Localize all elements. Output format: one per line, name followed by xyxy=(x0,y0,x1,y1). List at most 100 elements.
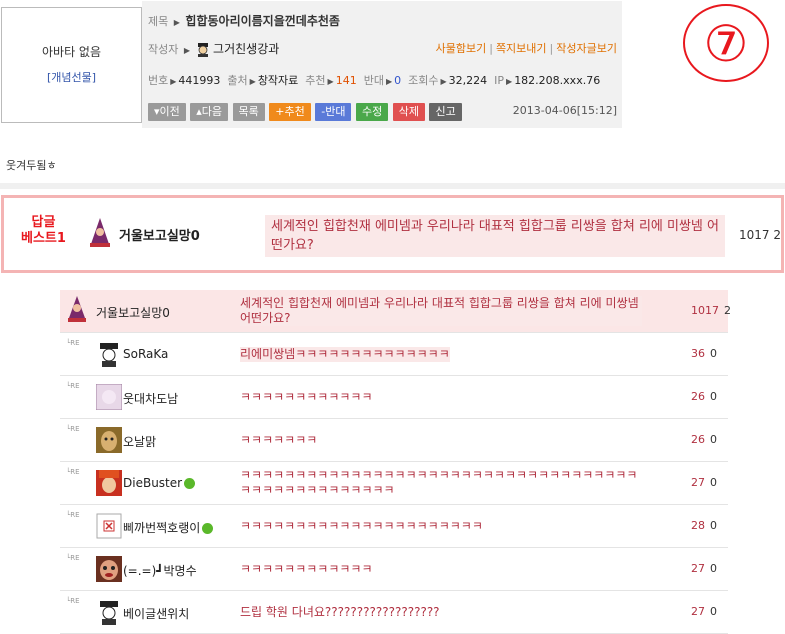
report-button[interactable]: 신고 xyxy=(429,103,462,121)
next-button[interactable]: ▴다음 xyxy=(190,103,229,121)
reply-text: ㅋㅋㅋㅋㅋㅋㅋㅋㅋㅋㅋㅋㅋㅋㅋㅋㅋㅋㅋㅋㅋㅋ xyxy=(240,519,483,533)
reply-author[interactable]: SoRaKa xyxy=(123,347,168,361)
title-row: 제목 ▶ 힙합동아리이름지을껀데추천좀 xyxy=(148,12,340,29)
list-button[interactable]: 목록 xyxy=(232,103,265,121)
reply-text: ㅋㅋㅋㅋㅋㅋㅋ xyxy=(240,433,318,447)
author-name[interactable]: 그거친생강과 xyxy=(213,42,279,56)
author-label: 작성자 xyxy=(148,43,179,56)
meta-row: 번호 ▶ 441993 출처 ▶ 창작자료 추천 ▶ 141 반대 ▶ 0 조회수 ▶ 32,224… xyxy=(148,72,600,88)
reply-author[interactable]: DieBuster xyxy=(123,476,196,490)
reply-author[interactable]: (=.=)┛박명수 xyxy=(123,562,197,579)
reply-text: ㅋㅋㅋㅋㅋㅋㅋㅋㅋㅋㅋㅋㅋㅋㅋㅋㅋㅋㅋㅋㅋㅋㅋㅋㅋㅋㅋㅋㅋㅋㅋㅋㅋㅋㅋㅋㅋㅋㅋㅋ… xyxy=(240,468,638,497)
reply-count: 1017 2 xyxy=(691,304,731,317)
reply-author[interactable]: 거울보고실망0 xyxy=(96,304,170,321)
reply-text: 리에미쌍넴ㅋㅋㅋㅋㅋㅋㅋㅋㅋㅋㅋㅋㅋㅋ xyxy=(240,347,450,362)
best-reply-box: 답글 베스트1 거울보고실망0 세계적인 힙합천재 에미넴과 우리나라 대표적 … xyxy=(1,195,784,273)
list-item: └RE 웃대차도남 ㅋㅋㅋㅋㅋㅋㅋㅋㅋㅋㅋㅋ 26 0 xyxy=(60,376,728,419)
author-avatar-icon xyxy=(197,43,208,57)
reply-count: 26 0 xyxy=(691,390,717,403)
list-item: └RE SoRaKa 리에미쌍넴ㅋㅋㅋㅋㅋㅋㅋㅋㅋㅋㅋㅋㅋㅋ 36 0 xyxy=(60,333,728,376)
reply-text: ㅋㅋㅋㅋㅋㅋㅋㅋㅋㅋㅋㅋ xyxy=(240,390,373,404)
reply-marker: └RE xyxy=(66,597,80,605)
reply-marker: └RE xyxy=(66,511,80,519)
views-count: 32,224 xyxy=(448,74,488,87)
reply-list: 거울보고실망0 세계적인 힙합천재 에미넴과 우리나라 대표적 힙합그룹 리쌍을… xyxy=(60,290,731,634)
reply-count: 28 0 xyxy=(691,519,717,532)
reply-author[interactable]: 웃대차도남 xyxy=(123,390,178,407)
arrow-right-icon: ▶ xyxy=(506,77,513,86)
reply-count: 27 0 xyxy=(691,605,717,618)
oppose-button[interactable]: -반대 xyxy=(315,103,352,121)
author-row: 작성자 ▶ 그거친생강과 xyxy=(148,40,279,57)
post-number: 441993 xyxy=(178,74,221,87)
list-item: └RE 오날맑 ㅋㅋㅋㅋㅋㅋㅋ 26 0 xyxy=(60,419,728,462)
recommend-label: 추천 xyxy=(305,74,326,87)
reply-text: 세계적인 힙합천재 에미넴과 우리나라 대표적 힙합그룹 리쌍을 합쳐 리에 미… xyxy=(240,296,642,326)
recommend-count: 141 xyxy=(335,74,357,87)
gift-link[interactable]: [개념선물] xyxy=(2,69,141,85)
face-avatar-icon xyxy=(96,556,122,582)
reply-recommend: 1017 xyxy=(691,304,719,317)
reply-oppose: 0 xyxy=(710,390,717,403)
list-item: 거울보고실망0 세계적인 힙합천재 에미넴과 우리나라 대표적 힙합그룹 리쌍을… xyxy=(60,290,731,333)
title-label: 제목 xyxy=(148,15,169,28)
arrow-right-icon: ▶ xyxy=(170,77,177,86)
author-posts-link[interactable]: 작성자글보기 xyxy=(556,42,617,55)
best-reply-badge: 답글 베스트1 xyxy=(21,215,66,247)
message-link[interactable]: 쪽지보내기 xyxy=(496,42,547,55)
oppose-count: 0 xyxy=(394,74,402,87)
recommend-button[interactable]: +추천 xyxy=(269,103,311,121)
post-body: 웃겨두됨ㅎ xyxy=(6,159,57,172)
source-label: 출처 xyxy=(227,74,248,87)
wizard-avatar-icon xyxy=(68,296,86,322)
author-links: 사물함보기 | 쪽지보내기 | 작성자글보기 xyxy=(435,42,617,55)
oppose-label: 반대 xyxy=(363,74,384,87)
prev-button[interactable]: ▾이전 xyxy=(148,103,186,121)
action-buttons: ▾이전 ▴다음 목록 +추천 -반대 수정 삭제 신고 xyxy=(148,103,463,121)
avatar-box: 아바타 없음 [개념선물] xyxy=(1,7,142,123)
avatar-none-text: 아바타 없음 xyxy=(41,45,101,59)
number-label: 번호 xyxy=(148,74,169,87)
reply-count: 36 0 xyxy=(691,347,717,360)
reply-recommend: 26 xyxy=(691,433,705,446)
reply-marker: └RE xyxy=(66,339,80,347)
badge-line2: 베스트1 xyxy=(21,231,66,246)
reply-marker: └RE xyxy=(66,468,80,476)
edit-button[interactable]: 수정 xyxy=(355,103,389,121)
reply-oppose: 0 xyxy=(710,519,717,532)
reply-author-name[interactable]: DieBuster xyxy=(123,476,182,490)
list-item: └RE DieBuster ㅋㅋㅋㅋㅋㅋㅋㅋㅋㅋㅋㅋㅋㅋㅋㅋㅋㅋㅋㅋㅋㅋㅋㅋㅋㅋ… xyxy=(60,462,728,505)
delete-button[interactable]: 삭제 xyxy=(392,103,425,121)
post-source: 창작자료 xyxy=(257,74,299,87)
reply-oppose: 0 xyxy=(710,605,717,618)
student-avatar-icon xyxy=(100,601,118,625)
arrow-right-icon: ▶ xyxy=(173,18,180,27)
circled-number-marker: ⑦ xyxy=(683,4,769,82)
student-avatar-icon xyxy=(100,343,118,367)
badge-line1: 답글 xyxy=(31,215,56,230)
list-item: └RE (=.=)┛박명수 ㅋㅋㅋㅋㅋㅋㅋㅋㅋㅋㅋㅋ 27 0 xyxy=(60,548,728,591)
arrow-right-icon: ▶ xyxy=(183,46,191,55)
reply-author[interactable]: 베이글샌위치 xyxy=(123,605,189,622)
reply-author[interactable]: 오날맑 xyxy=(123,433,156,450)
locker-link[interactable]: 사물함보기 xyxy=(436,42,487,55)
views-label: 조회수 xyxy=(408,74,439,87)
reply-author[interactable]: 삐까번쩍호랭이 xyxy=(123,519,214,536)
wizard-avatar-icon xyxy=(90,218,110,247)
best-reply-text: 세계적인 힙합천재 에미넴과 우리나라 대표적 힙합그룹 리쌍을 합쳐 리에 미… xyxy=(265,215,725,257)
reply-oppose: 0 xyxy=(710,433,717,446)
face-avatar-icon xyxy=(96,427,122,453)
reply-count: 27 0 xyxy=(691,476,717,489)
reply-count: 27 0 xyxy=(691,562,717,575)
arrow-right-icon: ▶ xyxy=(385,77,393,86)
online-dot-icon xyxy=(202,523,214,534)
reply-author-name[interactable]: 삐까번쩍호랭이 xyxy=(123,521,200,535)
reply-marker: └RE xyxy=(66,554,80,562)
arrow-right-icon: ▶ xyxy=(327,77,334,86)
best-reply-count: 1017 2 xyxy=(739,228,781,242)
best-reply-author[interactable]: 거울보고실망0 xyxy=(119,225,200,244)
reply-oppose: 0 xyxy=(710,476,717,489)
list-item: └RE 삐까번쩍호랭이 ㅋㅋㅋㅋㅋㅋㅋㅋㅋㅋㅋㅋㅋㅋㅋㅋㅋㅋㅋㅋㅋㅋ 28 0 xyxy=(60,505,728,548)
reply-oppose: 0 xyxy=(710,347,717,360)
reply-recommend: 27 xyxy=(691,562,705,575)
